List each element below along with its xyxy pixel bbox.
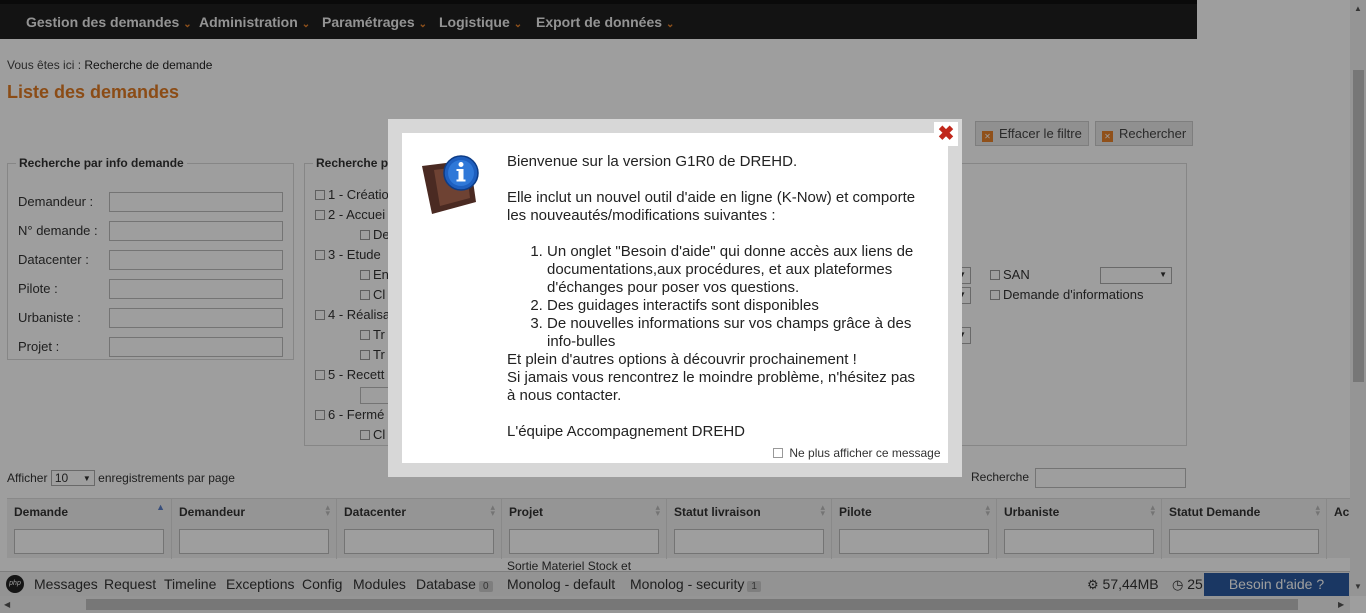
modal-intro: Elle inclut un nouvel outil d'aide en li… (507, 189, 916, 224)
modal-feature-list: Un onglet "Besoin d'aide" qui donne accè… (507, 243, 927, 351)
modal-border (948, 133, 962, 477)
modal-welcome: Bienvenue sur la version G1R0 de DREHD. (507, 153, 798, 170)
list-item: Des guidages interactifs sont disponible… (547, 297, 927, 315)
modal-signature: L'équipe Accompagnement DREHD (507, 423, 745, 440)
dont-show-checkbox[interactable] (773, 448, 783, 458)
info-icon (422, 155, 479, 214)
dont-show-label: Ne plus afficher ce message (789, 446, 941, 460)
modal-contact: Si jamais vous rencontrez le moindre pro… (507, 369, 916, 404)
modal-border (402, 119, 962, 133)
modal-body: Bienvenue sur la version G1R0 de DREHD. … (507, 153, 927, 441)
dont-show-again[interactable]: Ne plus afficher ce message (773, 446, 941, 460)
list-item: Un onglet "Besoin d'aide" qui donne accè… (547, 243, 927, 297)
modal-border (388, 119, 402, 477)
modal-more: Et plein d'autres options à découvrir pr… (507, 351, 857, 368)
modal-border (388, 463, 962, 477)
list-item: De nouvelles informations sur vos champs… (547, 315, 927, 351)
close-icon[interactable]: ✖ (934, 122, 958, 146)
